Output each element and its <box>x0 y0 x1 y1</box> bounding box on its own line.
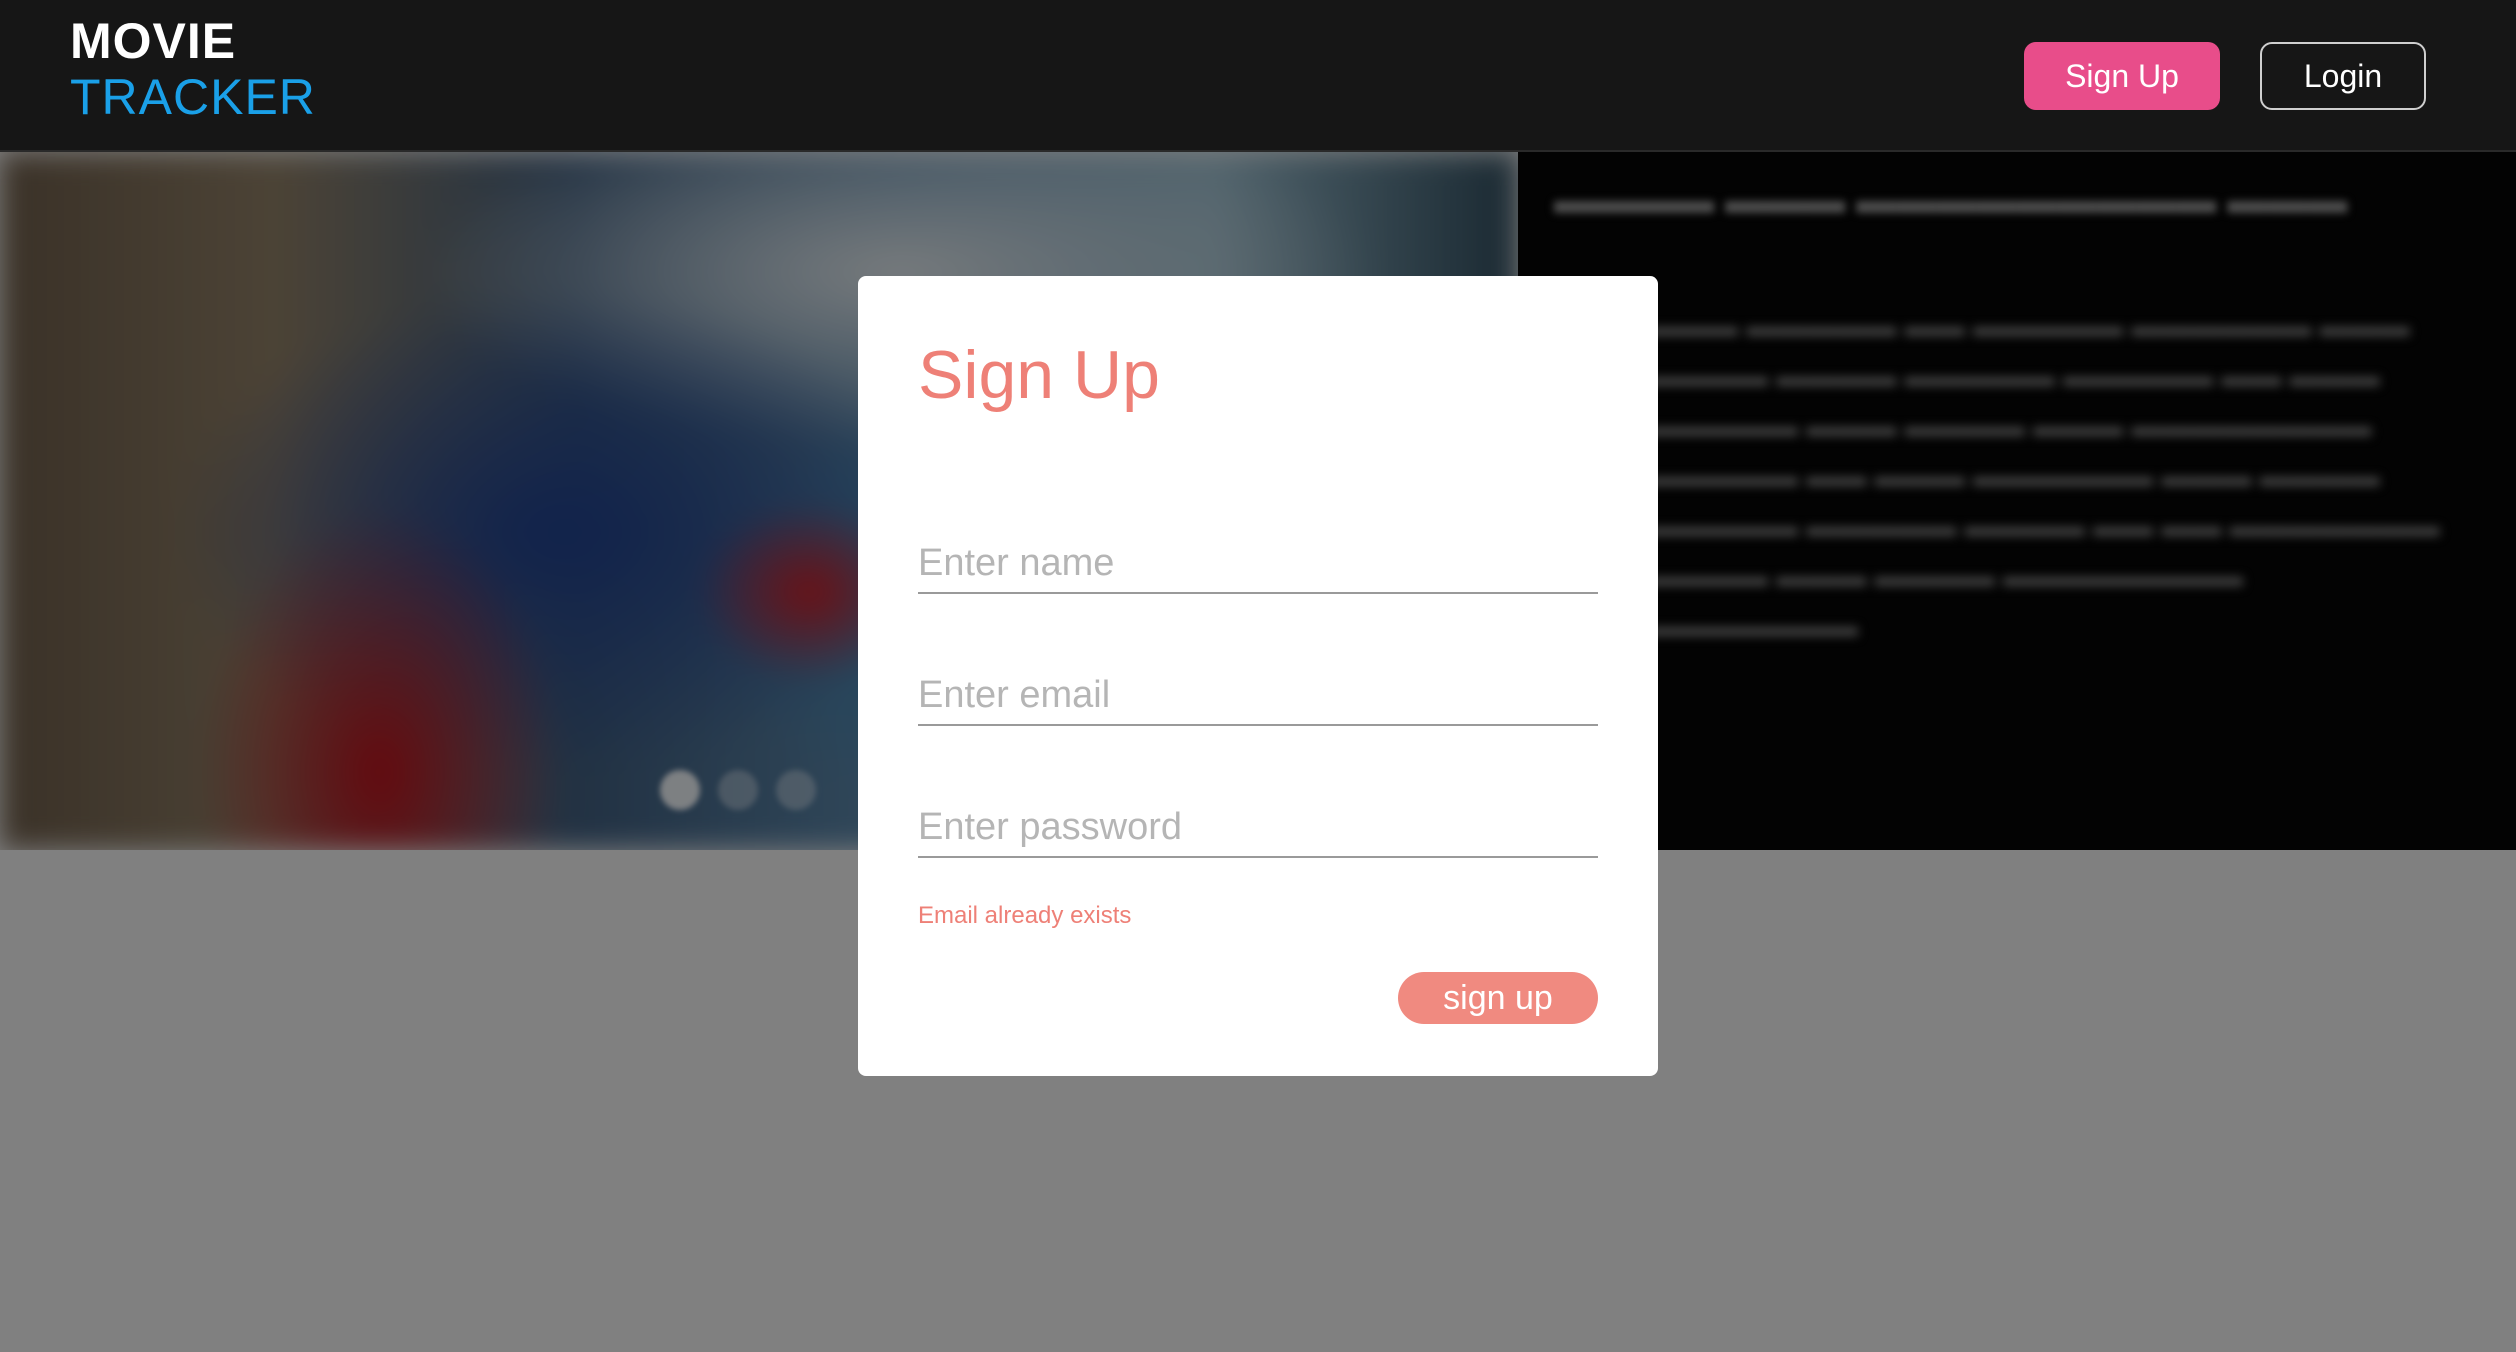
top-nav-bar: MOVIE TRACKER Sign Up Login <box>0 0 2516 152</box>
submit-signup-button[interactable]: sign up <box>1398 972 1598 1024</box>
carousel-dot[interactable] <box>660 770 700 810</box>
hero-movie-description-blurred: ▬▬▬ ▬▬▬▬▬ ▬▬ ▬▬▬▬▬ ▬▬▬▬▬▬ ▬▬▬ ▬▬▬▬ ▬▬▬▬ … <box>1648 310 2440 643</box>
name-input[interactable] <box>918 538 1598 594</box>
logo-text-tracker: TRACKER <box>70 69 316 125</box>
carousel-dot[interactable] <box>776 770 816 810</box>
hero-movie-title-blurred: ▬▬▬▬ ▬▬▬ ▬▬▬▬▬▬▬▬▬ ▬▬▬ <box>1554 178 2348 222</box>
hero-info-panel: ▬▬▬▬ ▬▬▬ ▬▬▬▬▬▬▬▬▬ ▬▬▬ ▬▬▬ ▬▬▬▬▬ ▬▬ ▬▬▬▬… <box>1518 152 2516 850</box>
modal-title: Sign Up <box>918 337 1160 413</box>
signup-modal: Sign Up Email already exists sign up <box>858 276 1658 1076</box>
app-logo[interactable]: MOVIE TRACKER <box>70 16 316 122</box>
carousel-indicators <box>660 770 816 810</box>
email-input[interactable] <box>918 670 1598 726</box>
password-input[interactable] <box>918 802 1598 858</box>
header-login-button[interactable]: Login <box>2260 42 2426 110</box>
carousel-dot[interactable] <box>718 770 758 810</box>
error-message: Email already exists <box>918 902 1132 929</box>
logo-text-movie: MOVIE <box>70 13 237 69</box>
header-signup-button[interactable]: Sign Up <box>2024 42 2220 110</box>
